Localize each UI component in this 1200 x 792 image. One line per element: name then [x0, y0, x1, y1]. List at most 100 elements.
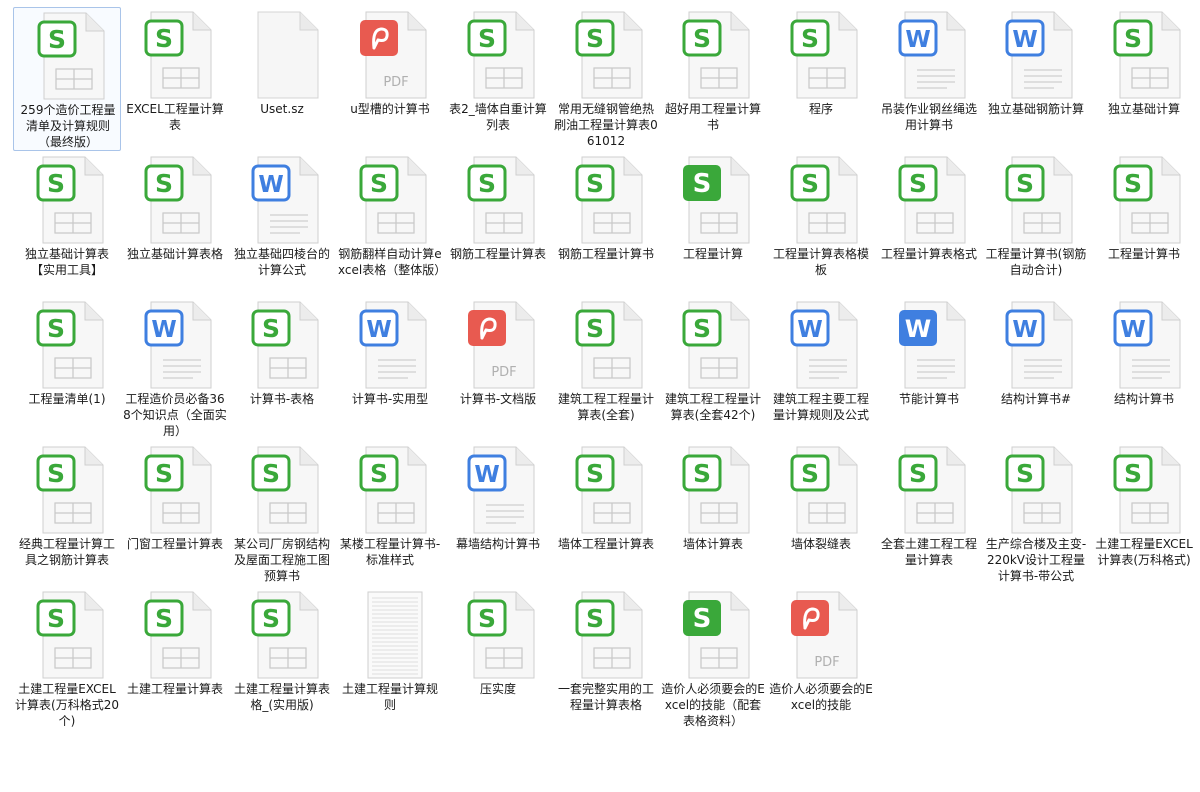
file-item[interactable]: W 独立基础四棱台的计算公式 [228, 152, 336, 296]
spreadsheet-icon: S [25, 590, 109, 682]
file-item[interactable]: S 表2_墙体自重计算列表 [444, 7, 552, 151]
file-item[interactable]: 土建工程量计算规则 [336, 587, 444, 731]
spreadsheet-icon: S [887, 155, 971, 247]
spreadsheet-icon: S [994, 155, 1078, 247]
file-name-label: 独立基础钢筋计算 [987, 102, 1084, 116]
file-item[interactable]: S 全套土建工程工程量计算表 [875, 442, 983, 586]
file-item[interactable]: W 吊装作业钢丝绳选用计算书 [875, 7, 983, 151]
file-item[interactable]: PDF 造价人必须要会的Excel的技能 [767, 587, 875, 731]
file-item[interactable]: S 某公司厂房钢结构及屋面工程施工图预算书 [228, 442, 336, 586]
word-doc-icon: W [1102, 300, 1186, 392]
spreadsheet-icon: S [564, 445, 648, 537]
file-name-label: 工程量计算书 [1107, 247, 1180, 261]
spreadsheet-icon: S [671, 300, 755, 392]
file-name-label: 幕墙结构计算书 [455, 537, 540, 551]
file-item[interactable]: S 土建工程量EXCEL计算表(万科格式20个) [13, 587, 121, 731]
spreadsheet-icon: S [133, 155, 217, 247]
file-item[interactable]: S 程序 [767, 7, 875, 151]
svg-text:W: W [474, 462, 499, 488]
file-item[interactable]: Uset.sz [228, 7, 336, 151]
file-item[interactable]: S 土建工程量EXCEL计算表(万科格式) [1090, 442, 1198, 586]
file-name-label: 表2_墙体自重计算列表 [449, 102, 547, 132]
svg-text:S: S [693, 604, 712, 634]
file-item[interactable]: S 压实度 [444, 587, 552, 731]
file-item[interactable]: W 结构计算书# [982, 297, 1090, 441]
spreadsheet-icon: S [671, 445, 755, 537]
file-item[interactable]: W 节能计算书 [875, 297, 983, 441]
file-item[interactable]: W 幕墙结构计算书 [444, 442, 552, 586]
file-name-label: 墙体工程量计算表 [557, 537, 654, 551]
file-item[interactable]: S EXCEL工程量计算表 [121, 7, 229, 151]
file-item[interactable]: W 结构计算书 [1090, 297, 1198, 441]
file-item[interactable]: S 工程量计算书 [1090, 152, 1198, 296]
svg-text:S: S [693, 459, 711, 488]
file-name-label: 钢筋翻样自动计算excel表格（整体版） [338, 247, 447, 277]
file-item[interactable]: S 墙体裂缝表 [767, 442, 875, 586]
svg-text:S: S [47, 314, 65, 343]
file-item[interactable]: S 工程量计算表格式 [875, 152, 983, 296]
text-file-icon [348, 590, 432, 682]
file-item[interactable]: S 计算书-表格 [228, 297, 336, 441]
file-item[interactable]: S 259个造价工程量清单及计算规则（最终版） [13, 7, 121, 151]
file-name-label: 一套完整实用的工程量计算表格 [557, 682, 654, 712]
spreadsheet-icon: S [348, 155, 432, 247]
file-item[interactable]: S 钢筋翻样自动计算excel表格（整体版） [336, 152, 447, 296]
svg-text:S: S [478, 169, 496, 198]
pdf-icon: PDF [348, 10, 432, 102]
file-item[interactable]: S 生产综合楼及主变-220kV设计工程量计算书-带公式 [982, 442, 1090, 586]
spreadsheet-icon: S [348, 445, 432, 537]
pdf-icon: PDF [779, 590, 863, 682]
svg-text:S: S [801, 169, 819, 198]
file-item[interactable]: S 土建工程量计算表 [121, 587, 229, 731]
blank-file-icon [240, 10, 324, 102]
svg-text:S: S [47, 169, 65, 198]
file-item[interactable]: S 工程量计算 [659, 152, 767, 296]
file-item[interactable]: S 门窗工程量计算表 [121, 442, 229, 586]
file-item[interactable]: S 独立基础计算表格 [121, 152, 229, 296]
file-item[interactable]: S 独立基础计算 [1090, 7, 1198, 151]
file-item[interactable]: PDF u型槽的计算书 [336, 7, 444, 151]
spreadsheet-icon: S [1102, 155, 1186, 247]
file-item[interactable]: W 独立基础钢筋计算 [982, 7, 1090, 151]
file-item[interactable]: S 土建工程量计算表格_(实用版) [228, 587, 336, 731]
file-item[interactable]: S 工程量清单(1) [13, 297, 121, 441]
file-item[interactable]: S 独立基础计算表【实用工具】 [13, 152, 121, 296]
file-name-label: 土建工程量EXCEL计算表(万科格式20个) [15, 682, 119, 728]
svg-text:S: S [478, 24, 496, 53]
file-name-label: 钢筋工程量计算书 [557, 247, 654, 261]
spreadsheet-icon: S [564, 300, 648, 392]
file-item[interactable]: S 某楼工程量计算书-标准样式 [336, 442, 444, 586]
file-item[interactable]: S 经典工程量计算工具之钢筋计算表 [13, 442, 121, 586]
file-name-label: 土建工程量计算表 [126, 682, 223, 696]
file-item[interactable]: S 钢筋工程量计算表 [444, 152, 552, 296]
svg-text:S: S [586, 24, 604, 53]
svg-text:S: S [370, 169, 388, 198]
file-item[interactable]: S 工程量计算书(钢筋自动合计) [982, 152, 1090, 296]
file-item[interactable]: W 建筑工程主要工程量计算规则及公式 [767, 297, 875, 441]
file-item[interactable]: W 工程造价员必备368个知识点（全面实用） [121, 297, 229, 441]
svg-text:S: S [1124, 459, 1142, 488]
svg-text:S: S [262, 604, 280, 633]
file-name-label: 计算书-实用型 [351, 392, 429, 406]
file-item[interactable]: S 建筑工程工程量计算表(全套) [552, 297, 660, 441]
file-item[interactable]: S 造价人必须要会的Excel的技能（配套表格资料） [659, 587, 767, 731]
svg-text:W: W [1012, 317, 1037, 343]
file-item[interactable]: PDF 计算书-文档版 [444, 297, 552, 441]
file-item[interactable]: S 钢筋工程量计算书 [552, 152, 660, 296]
file-item[interactable]: S 工程量计算表格模板 [767, 152, 875, 296]
file-name-label: 经典工程量计算工具之钢筋计算表 [18, 537, 115, 567]
spreadsheet-icon: S [133, 10, 217, 102]
file-item[interactable]: S 常用无缝钢管绝热刷油工程量计算表061012 [552, 7, 660, 151]
svg-text:S: S [47, 604, 65, 633]
file-name-label: 造价人必须要会的Excel的技能 [769, 682, 873, 712]
file-name-label: 土建工程量计算规则 [341, 682, 438, 712]
file-item[interactable]: S 建筑工程工程量计算表(全套42个) [659, 297, 767, 441]
file-item[interactable]: S 超好用工程量计算书 [659, 7, 767, 151]
file-item[interactable]: S 墙体计算表 [659, 442, 767, 586]
file-item[interactable]: S 墙体工程量计算表 [552, 442, 660, 586]
word-doc-icon: W [887, 300, 971, 392]
file-item[interactable]: W 计算书-实用型 [336, 297, 444, 441]
svg-text:S: S [801, 459, 819, 488]
file-item[interactable]: S 一套完整实用的工程量计算表格 [552, 587, 660, 731]
file-name-label: 工程量计算书(钢筋自动合计) [985, 247, 1087, 277]
